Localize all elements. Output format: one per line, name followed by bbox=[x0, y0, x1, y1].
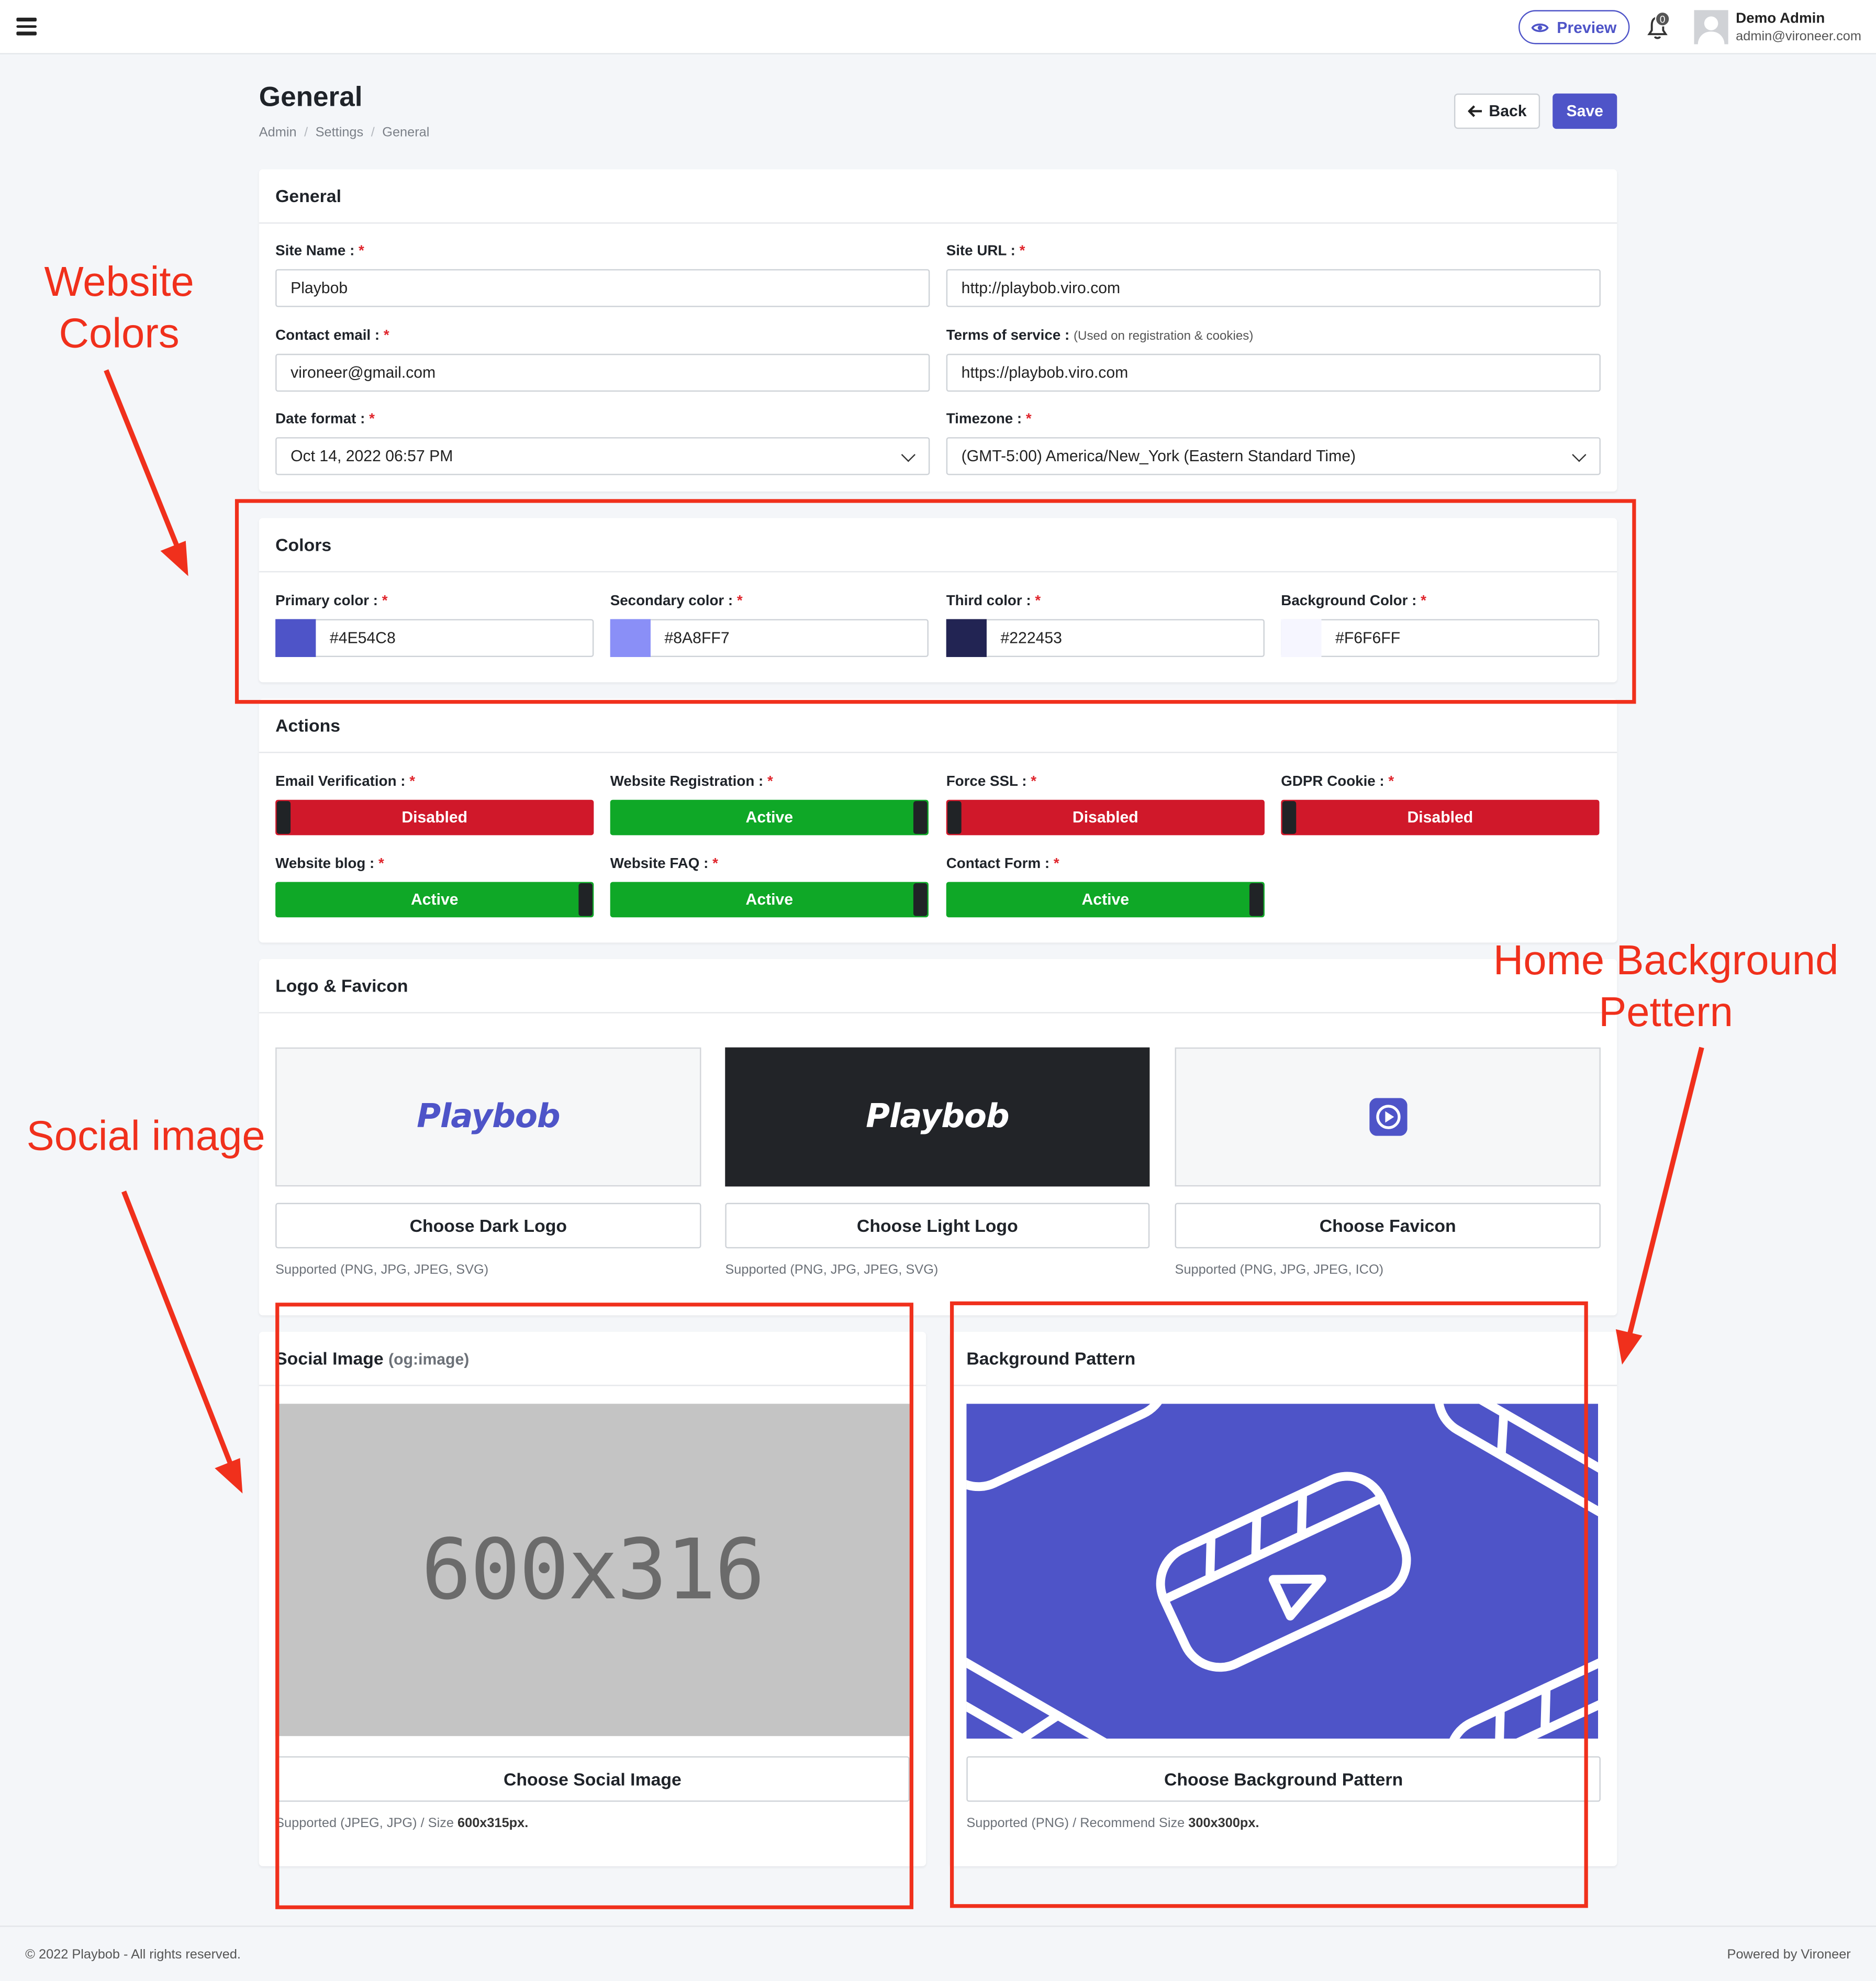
choose-favicon-button[interactable]: Choose Favicon bbox=[1175, 1203, 1601, 1249]
social-image-highlight-box bbox=[275, 1303, 913, 1909]
light-logo: Playbob bbox=[866, 1098, 1010, 1136]
site-url-input[interactable]: http://playbob.viro.com bbox=[946, 269, 1601, 307]
favicon-preview bbox=[1175, 1047, 1601, 1187]
home-background-annotation: Home Background Pettern bbox=[1493, 936, 1839, 1035]
user-email: admin@vironeer.com bbox=[1736, 29, 1861, 44]
page-title: General bbox=[259, 81, 363, 113]
social-image-annotation: Social image bbox=[26, 1111, 265, 1159]
email-verification-toggle[interactable]: Disabled bbox=[275, 799, 594, 836]
home-background-arrow bbox=[1627, 1047, 1704, 1335]
force-ssl-label: Force SSL : * bbox=[946, 774, 1037, 790]
favicon-play-icon bbox=[1369, 1098, 1407, 1136]
website-blog-toggle[interactable]: Active bbox=[275, 882, 594, 918]
chevron-down-icon bbox=[1572, 448, 1587, 462]
site-name-input[interactable]: Playbob bbox=[275, 269, 930, 307]
user-name: Demo Admin bbox=[1736, 11, 1825, 27]
avatar[interactable] bbox=[1694, 10, 1728, 44]
favicon-supported: Supported (PNG, JPG, JPEG, ICO) bbox=[1175, 1262, 1384, 1278]
save-button[interactable]: Save bbox=[1553, 93, 1617, 129]
footer-powered-by: Powered by Vironeer bbox=[1727, 1947, 1851, 1963]
website-faq-toggle[interactable]: Active bbox=[610, 882, 929, 918]
eye-icon bbox=[1532, 23, 1549, 32]
preview-button[interactable]: Preview bbox=[1518, 10, 1630, 44]
contact-form-toggle[interactable]: Active bbox=[946, 882, 1265, 918]
back-button[interactable]: Back bbox=[1454, 93, 1540, 129]
dark-logo-preview: Playbob bbox=[275, 1047, 701, 1187]
back-label: Back bbox=[1489, 102, 1527, 120]
light-logo-supported: Supported (PNG, JPG, JPEG, SVG) bbox=[725, 1262, 939, 1278]
background-pattern-highlight-box bbox=[950, 1301, 1588, 1908]
site-name-label: Site Name : * bbox=[275, 243, 364, 259]
contact-email-input[interactable]: vironeer@gmail.com bbox=[275, 353, 930, 392]
footer: © 2022 Playbob - All rights reserved. Po… bbox=[0, 1926, 1876, 1981]
timezone-select[interactable]: (GMT-5:00) America/New_York (Eastern Sta… bbox=[946, 437, 1601, 475]
website-colors-annotation: Website Colors bbox=[44, 258, 194, 357]
menu-icon[interactable] bbox=[16, 17, 37, 36]
website-registration-label: Website Registration : * bbox=[610, 774, 773, 790]
choose-light-logo-button[interactable]: Choose Light Logo bbox=[725, 1203, 1150, 1249]
choose-dark-logo-button[interactable]: Choose Dark Logo bbox=[275, 1203, 701, 1249]
date-format-select[interactable]: Oct 14, 2022 06:57 PM bbox=[275, 437, 930, 475]
logo-favicon-card: Logo & Favicon Playbob Playbob Choose Da… bbox=[259, 959, 1617, 1316]
website-registration-toggle[interactable]: Active bbox=[610, 799, 929, 836]
chevron-down-icon bbox=[901, 448, 915, 462]
arrow-left-icon bbox=[1467, 105, 1481, 117]
footer-copyright: © 2022 Playbob - All rights reserved. bbox=[25, 1947, 241, 1963]
force-ssl-toggle[interactable]: Disabled bbox=[946, 799, 1265, 836]
date-format-label: Date format : * bbox=[275, 411, 375, 427]
website-blog-label: Website blog : * bbox=[275, 856, 384, 872]
website-faq-label: Website FAQ : * bbox=[610, 856, 718, 872]
terms-label: Terms of service : (Used on registration… bbox=[946, 328, 1254, 344]
actions-title: Actions bbox=[275, 715, 341, 736]
contact-form-label: Contact Form : * bbox=[946, 856, 1059, 872]
dark-logo: Playbob bbox=[417, 1098, 561, 1136]
timezone-label: Timezone : * bbox=[946, 411, 1032, 427]
social-image-arrow bbox=[121, 1190, 234, 1467]
preview-label: Preview bbox=[1557, 18, 1617, 36]
gdpr-cookie-label: GDPR Cookie : * bbox=[1281, 774, 1394, 790]
website-colors-highlight-box bbox=[234, 499, 1636, 704]
breadcrumb-general: General bbox=[382, 125, 430, 140]
website-colors-arrow-head bbox=[160, 540, 188, 576]
email-verification-label: Email Verification : * bbox=[275, 774, 416, 790]
site-url-label: Site URL : * bbox=[946, 243, 1025, 259]
breadcrumb: Admin / Settings / General bbox=[259, 125, 430, 140]
breadcrumb-settings[interactable]: Settings bbox=[316, 125, 364, 140]
general-title: General bbox=[275, 185, 341, 206]
gdpr-cookie-toggle[interactable]: Disabled bbox=[1281, 799, 1600, 836]
terms-input[interactable]: https://playbob.viro.com bbox=[946, 353, 1601, 392]
page: Preview 0 Demo Admin admin@vironeer.com … bbox=[0, 0, 1876, 1981]
light-logo-preview: Playbob bbox=[725, 1047, 1150, 1187]
contact-email-label: Contact email : * bbox=[275, 328, 389, 344]
home-background-arrow-head bbox=[1615, 1329, 1643, 1365]
general-card: General Site Name : * Playbob Site URL :… bbox=[259, 169, 1617, 492]
social-image-arrow-head bbox=[215, 1458, 243, 1494]
actions-card: Actions Email Verification : * Disabled … bbox=[259, 698, 1617, 943]
notification-badge: 0 bbox=[1655, 11, 1670, 27]
breadcrumb-admin[interactable]: Admin bbox=[259, 125, 297, 140]
topbar: Preview 0 Demo Admin admin@vironeer.com bbox=[0, 0, 1876, 54]
logo-favicon-title: Logo & Favicon bbox=[275, 975, 408, 996]
website-colors-arrow bbox=[104, 369, 180, 547]
dark-logo-supported: Supported (PNG, JPG, JPEG, SVG) bbox=[275, 1262, 489, 1278]
